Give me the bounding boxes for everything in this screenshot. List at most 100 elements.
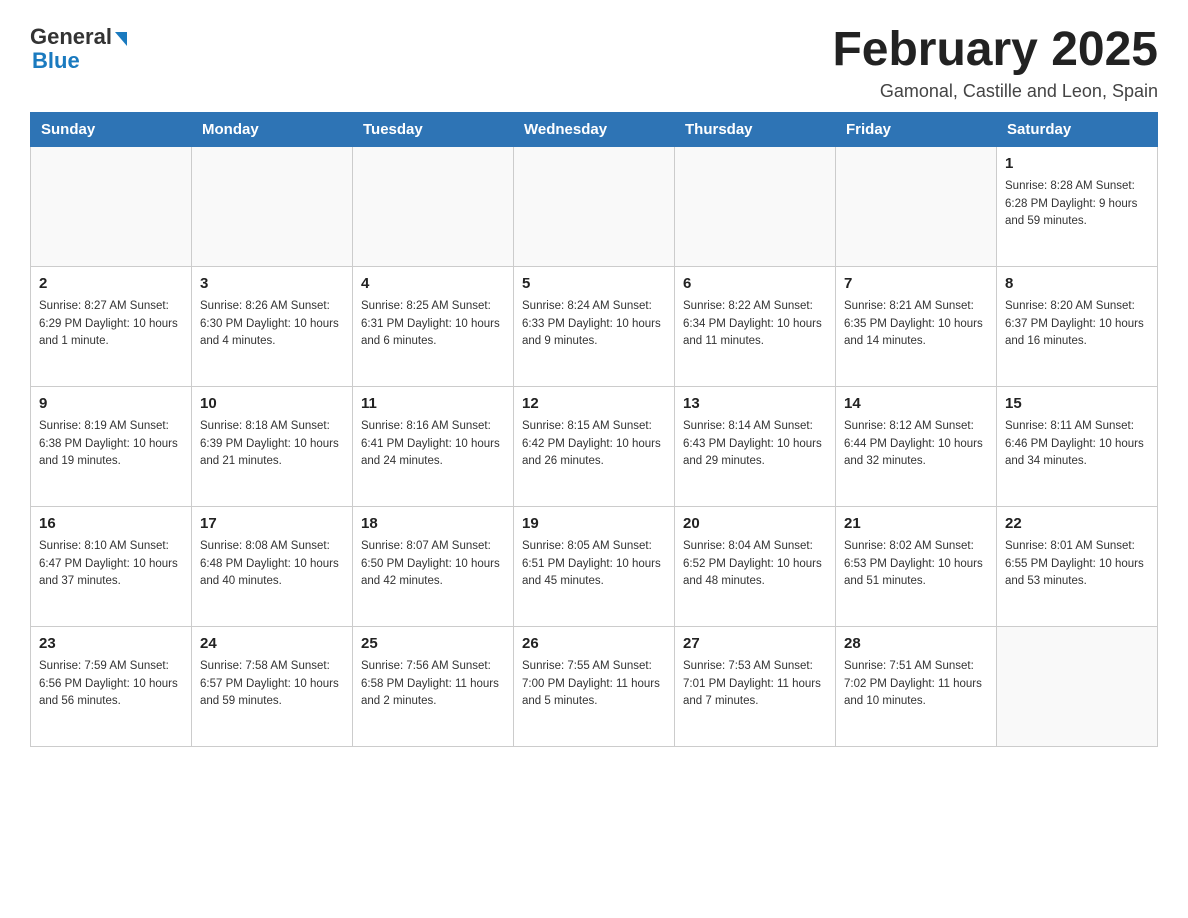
calendar-day-cell — [836, 146, 997, 266]
calendar-day-cell: 6Sunrise: 8:22 AM Sunset: 6:34 PM Daylig… — [675, 266, 836, 386]
day-info: Sunrise: 8:02 AM Sunset: 6:53 PM Dayligh… — [844, 538, 988, 590]
calendar-day-cell: 3Sunrise: 8:26 AM Sunset: 6:30 PM Daylig… — [192, 266, 353, 386]
calendar-day-cell: 19Sunrise: 8:05 AM Sunset: 6:51 PM Dayli… — [514, 506, 675, 626]
calendar-day-cell: 21Sunrise: 8:02 AM Sunset: 6:53 PM Dayli… — [836, 506, 997, 626]
calendar-day-cell — [192, 146, 353, 266]
day-number: 28 — [844, 633, 988, 656]
day-number: 6 — [683, 273, 827, 296]
calendar-day-cell: 27Sunrise: 7:53 AM Sunset: 7:01 PM Dayli… — [675, 626, 836, 746]
day-number: 15 — [1005, 393, 1149, 416]
day-number: 24 — [200, 633, 344, 656]
day-info: Sunrise: 7:56 AM Sunset: 6:58 PM Dayligh… — [361, 658, 505, 710]
day-number: 10 — [200, 393, 344, 416]
calendar-day-cell: 4Sunrise: 8:25 AM Sunset: 6:31 PM Daylig… — [353, 266, 514, 386]
calendar-table: SundayMondayTuesdayWednesdayThursdayFrid… — [30, 112, 1158, 747]
day-number: 4 — [361, 273, 505, 296]
day-number: 11 — [361, 393, 505, 416]
calendar-day-cell: 18Sunrise: 8:07 AM Sunset: 6:50 PM Dayli… — [353, 506, 514, 626]
calendar-day-cell: 26Sunrise: 7:55 AM Sunset: 7:00 PM Dayli… — [514, 626, 675, 746]
day-info: Sunrise: 8:12 AM Sunset: 6:44 PM Dayligh… — [844, 418, 988, 470]
calendar-day-cell: 1Sunrise: 8:28 AM Sunset: 6:28 PM Daylig… — [997, 146, 1158, 266]
calendar-week-row: 2Sunrise: 8:27 AM Sunset: 6:29 PM Daylig… — [31, 266, 1158, 386]
calendar-week-row: 16Sunrise: 8:10 AM Sunset: 6:47 PM Dayli… — [31, 506, 1158, 626]
day-info: Sunrise: 8:11 AM Sunset: 6:46 PM Dayligh… — [1005, 418, 1149, 470]
calendar-day-cell: 15Sunrise: 8:11 AM Sunset: 6:46 PM Dayli… — [997, 386, 1158, 506]
calendar-week-row: 9Sunrise: 8:19 AM Sunset: 6:38 PM Daylig… — [31, 386, 1158, 506]
day-info: Sunrise: 7:58 AM Sunset: 6:57 PM Dayligh… — [200, 658, 344, 710]
location-subtitle: Gamonal, Castille and Leon, Spain — [832, 81, 1158, 102]
calendar-day-cell: 12Sunrise: 8:15 AM Sunset: 6:42 PM Dayli… — [514, 386, 675, 506]
calendar-day-cell: 9Sunrise: 8:19 AM Sunset: 6:38 PM Daylig… — [31, 386, 192, 506]
day-info: Sunrise: 7:59 AM Sunset: 6:56 PM Dayligh… — [39, 658, 183, 710]
calendar-day-cell — [353, 146, 514, 266]
day-number: 26 — [522, 633, 666, 656]
day-number: 22 — [1005, 513, 1149, 536]
day-number: 7 — [844, 273, 988, 296]
day-info: Sunrise: 8:24 AM Sunset: 6:33 PM Dayligh… — [522, 298, 666, 350]
day-number: 1 — [1005, 153, 1149, 176]
logo-general-text: General — [30, 24, 112, 50]
calendar-day-cell: 22Sunrise: 8:01 AM Sunset: 6:55 PM Dayli… — [997, 506, 1158, 626]
title-block: February 2025 Gamonal, Castille and Leon… — [832, 24, 1158, 102]
day-info: Sunrise: 8:18 AM Sunset: 6:39 PM Dayligh… — [200, 418, 344, 470]
logo-blue-text: Blue — [32, 48, 80, 74]
logo: General Blue — [30, 24, 127, 74]
day-number: 14 — [844, 393, 988, 416]
calendar-day-cell: 5Sunrise: 8:24 AM Sunset: 6:33 PM Daylig… — [514, 266, 675, 386]
day-number: 27 — [683, 633, 827, 656]
day-info: Sunrise: 7:51 AM Sunset: 7:02 PM Dayligh… — [844, 658, 988, 710]
day-info: Sunrise: 8:27 AM Sunset: 6:29 PM Dayligh… — [39, 298, 183, 350]
logo-arrow-icon — [115, 32, 127, 46]
calendar-day-cell: 11Sunrise: 8:16 AM Sunset: 6:41 PM Dayli… — [353, 386, 514, 506]
day-info: Sunrise: 8:15 AM Sunset: 6:42 PM Dayligh… — [522, 418, 666, 470]
day-number: 16 — [39, 513, 183, 536]
calendar-day-cell: 16Sunrise: 8:10 AM Sunset: 6:47 PM Dayli… — [31, 506, 192, 626]
day-of-week-header: Tuesday — [353, 112, 514, 146]
day-number: 9 — [39, 393, 183, 416]
day-info: Sunrise: 8:14 AM Sunset: 6:43 PM Dayligh… — [683, 418, 827, 470]
calendar-day-cell: 28Sunrise: 7:51 AM Sunset: 7:02 PM Dayli… — [836, 626, 997, 746]
day-info: Sunrise: 8:22 AM Sunset: 6:34 PM Dayligh… — [683, 298, 827, 350]
day-number: 20 — [683, 513, 827, 536]
day-of-week-header: Friday — [836, 112, 997, 146]
calendar-week-row: 23Sunrise: 7:59 AM Sunset: 6:56 PM Dayli… — [31, 626, 1158, 746]
day-of-week-header: Monday — [192, 112, 353, 146]
day-info: Sunrise: 8:10 AM Sunset: 6:47 PM Dayligh… — [39, 538, 183, 590]
calendar-day-cell: 24Sunrise: 7:58 AM Sunset: 6:57 PM Dayli… — [192, 626, 353, 746]
day-number: 13 — [683, 393, 827, 416]
day-number: 19 — [522, 513, 666, 536]
day-of-week-header: Saturday — [997, 112, 1158, 146]
day-number: 17 — [200, 513, 344, 536]
month-title: February 2025 — [832, 24, 1158, 77]
day-info: Sunrise: 8:20 AM Sunset: 6:37 PM Dayligh… — [1005, 298, 1149, 350]
day-info: Sunrise: 8:04 AM Sunset: 6:52 PM Dayligh… — [683, 538, 827, 590]
calendar-day-cell: 7Sunrise: 8:21 AM Sunset: 6:35 PM Daylig… — [836, 266, 997, 386]
calendar-day-cell: 2Sunrise: 8:27 AM Sunset: 6:29 PM Daylig… — [31, 266, 192, 386]
day-number: 21 — [844, 513, 988, 536]
calendar-day-cell: 14Sunrise: 8:12 AM Sunset: 6:44 PM Dayli… — [836, 386, 997, 506]
calendar-week-row: 1Sunrise: 8:28 AM Sunset: 6:28 PM Daylig… — [31, 146, 1158, 266]
day-info: Sunrise: 8:01 AM Sunset: 6:55 PM Dayligh… — [1005, 538, 1149, 590]
calendar-day-cell: 20Sunrise: 8:04 AM Sunset: 6:52 PM Dayli… — [675, 506, 836, 626]
day-number: 23 — [39, 633, 183, 656]
day-info: Sunrise: 7:55 AM Sunset: 7:00 PM Dayligh… — [522, 658, 666, 710]
calendar-day-cell: 13Sunrise: 8:14 AM Sunset: 6:43 PM Dayli… — [675, 386, 836, 506]
day-number: 3 — [200, 273, 344, 296]
day-number: 8 — [1005, 273, 1149, 296]
day-info: Sunrise: 8:28 AM Sunset: 6:28 PM Dayligh… — [1005, 178, 1149, 230]
day-number: 12 — [522, 393, 666, 416]
calendar-day-cell: 10Sunrise: 8:18 AM Sunset: 6:39 PM Dayli… — [192, 386, 353, 506]
day-number: 2 — [39, 273, 183, 296]
day-number: 18 — [361, 513, 505, 536]
day-of-week-header: Wednesday — [514, 112, 675, 146]
calendar-header-row: SundayMondayTuesdayWednesdayThursdayFrid… — [31, 112, 1158, 146]
day-info: Sunrise: 8:21 AM Sunset: 6:35 PM Dayligh… — [844, 298, 988, 350]
day-info: Sunrise: 8:25 AM Sunset: 6:31 PM Dayligh… — [361, 298, 505, 350]
day-info: Sunrise: 7:53 AM Sunset: 7:01 PM Dayligh… — [683, 658, 827, 710]
day-info: Sunrise: 8:05 AM Sunset: 6:51 PM Dayligh… — [522, 538, 666, 590]
day-of-week-header: Thursday — [675, 112, 836, 146]
calendar-day-cell: 17Sunrise: 8:08 AM Sunset: 6:48 PM Dayli… — [192, 506, 353, 626]
calendar-day-cell — [514, 146, 675, 266]
calendar-day-cell: 25Sunrise: 7:56 AM Sunset: 6:58 PM Dayli… — [353, 626, 514, 746]
calendar-day-cell — [31, 146, 192, 266]
